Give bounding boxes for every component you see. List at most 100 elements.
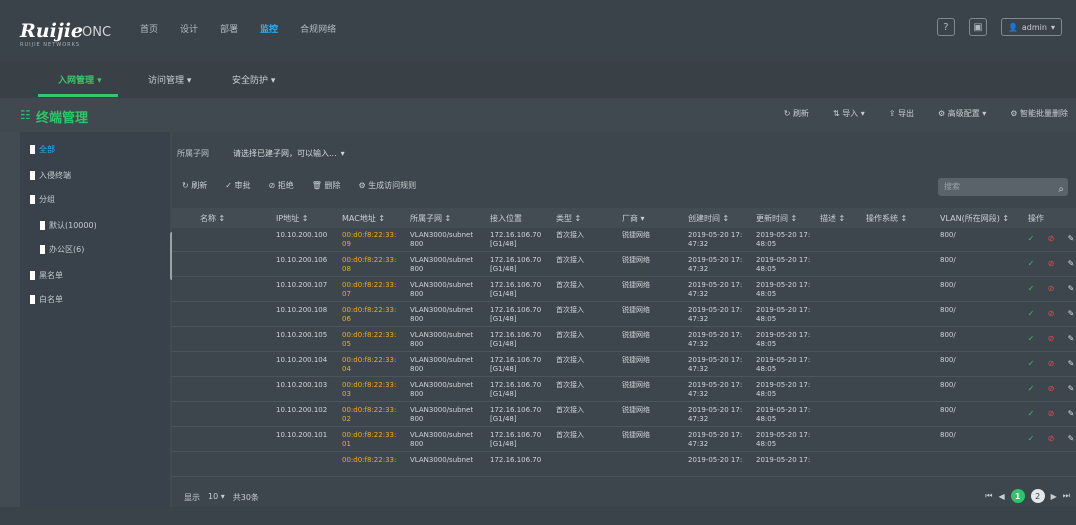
approve-icon[interactable]: ✓ (1026, 334, 1036, 344)
toolbar-button[interactable]: ✓ 审批 (225, 180, 250, 191)
deny-icon[interactable]: ⊘ (1046, 409, 1056, 419)
tab-access-management[interactable]: 入网管理 ▾ (58, 73, 102, 86)
deny-icon[interactable]: ⊘ (1046, 284, 1056, 294)
vlan-cell: 800/ (940, 231, 956, 240)
deny-icon[interactable]: ⊘ (1046, 309, 1056, 319)
user-name: admin (1021, 22, 1047, 32)
nav-item[interactable]: 合规网络 (300, 22, 336, 35)
mac-cell: 00:d0:f8:22:33: 01 (342, 431, 396, 449)
edit-icon[interactable]: ✎ (1066, 384, 1076, 394)
deny-icon[interactable]: ⊘ (1046, 234, 1056, 244)
column-header[interactable]: 接入位置 (490, 213, 522, 224)
help-icon[interactable]: ? (936, 18, 955, 36)
page-number[interactable]: 1 (1010, 489, 1025, 503)
column-header[interactable]: 更新时间 ↕ (756, 213, 797, 224)
ip-cell: 10.10.200.104 (276, 356, 327, 365)
mac-cell: 00:d0:f8:22:33: 04 (342, 356, 396, 374)
sidebar-item[interactable]: 全部 (30, 144, 55, 155)
toolbar-button[interactable]: 🗑 删除 (312, 180, 341, 191)
subnet-cell-line: 800 (410, 415, 424, 423)
edit-icon[interactable]: ✎ (1066, 259, 1076, 269)
edit-icon[interactable]: ✎ (1066, 234, 1076, 244)
action-button[interactable]: ⚙ 高级配置 ▾ (938, 108, 986, 119)
created-cell-line: 2019-05-20 17: (688, 456, 743, 464)
tab-security[interactable]: 安全防护 ▾ (232, 73, 275, 86)
deny-icon[interactable]: ⊘ (1046, 359, 1056, 369)
sidebar-item[interactable]: 分组 (30, 194, 55, 205)
last-page-icon[interactable]: ⏭ (1063, 491, 1070, 501)
sidebar-item[interactable]: 入侵终端 (30, 170, 71, 181)
sidebar-item[interactable]: 白名单 (30, 294, 63, 305)
tab-visit-management[interactable]: 访问管理 ▾ (148, 73, 191, 86)
edit-icon[interactable]: ✎ (1066, 409, 1076, 419)
deny-icon[interactable]: ⊘ (1046, 259, 1056, 269)
type-cell-line: 首次接入 (556, 381, 584, 389)
search-icon[interactable]: ⌕ (1058, 181, 1064, 199)
sidebar-item[interactable]: 办公区(6) (40, 244, 84, 255)
approve-icon[interactable]: ✓ (1026, 259, 1036, 269)
next-page-icon[interactable]: ▶ (1051, 492, 1057, 501)
edit-icon[interactable]: ✎ (1066, 434, 1076, 444)
table-row[interactable]: 10.10.200.107 00:d0:f8:22:33: 07 VLAN3000/s… (172, 278, 1076, 302)
table-row[interactable]: 10.10.200.108 00:d0:f8:22:33: 06 VLAN3000/s… (172, 303, 1076, 327)
first-page-icon[interactable]: ⏮ (985, 491, 992, 501)
approve-icon[interactable]: ✓ (1026, 384, 1036, 394)
column-header[interactable]: 厂商 ▾ (622, 213, 645, 224)
action-button[interactable]: ⚙ 智能批量删除 (1010, 108, 1068, 119)
prev-page-icon[interactable]: ◀ (998, 492, 1004, 501)
subnet-filter-select[interactable]: 请选择已建子网，可以输入... ▾ (227, 144, 387, 162)
edit-icon[interactable]: ✎ (1066, 309, 1076, 319)
type-cell: 首次接入 (556, 381, 584, 390)
nav-item[interactable]: 部署 (220, 22, 238, 35)
nav-item[interactable]: 设计 (180, 22, 198, 35)
toolbar-button[interactable]: ⚙ 生成访问规则 (358, 180, 416, 191)
column-header[interactable]: MAC地址 ↕ (342, 213, 385, 224)
column-header[interactable]: 所属子网 ↕ (410, 213, 451, 224)
approve-icon[interactable]: ✓ (1026, 284, 1036, 294)
column-header[interactable]: 类型 ↕ (556, 213, 581, 224)
column-header[interactable]: 名称 ↕ (200, 213, 225, 224)
table-row[interactable]: 10.10.200.106 00:d0:f8:22:33: 08 VLAN3000/s… (172, 253, 1076, 277)
action-button[interactable]: ⇅ 导入 ▾ (833, 108, 865, 119)
column-header[interactable]: 操作 (1028, 213, 1044, 224)
deny-icon[interactable]: ⊘ (1046, 434, 1056, 444)
user-menu[interactable]: 👤 admin ▾ (1000, 18, 1062, 36)
table-row[interactable]: 10.10.200.105 00:d0:f8:22:33: 05 VLAN3000/s… (172, 328, 1076, 352)
table-row[interactable]: 10.10.200.104 00:d0:f8:22:33: 04 VLAN3000/s… (172, 353, 1076, 377)
edit-icon[interactable]: ✎ (1066, 359, 1076, 369)
table-row[interactable]: 00:d0:f8:22:33: VLAN3000/subnet 172.16.106… (172, 453, 1076, 477)
page-number[interactable]: 2 (1030, 489, 1045, 503)
approve-icon[interactable]: ✓ (1026, 409, 1036, 419)
column-header[interactable]: 描述 ↕ (820, 213, 845, 224)
action-button[interactable]: ⇪ 导出 (889, 108, 914, 119)
column-header[interactable]: 操作系统 ↕ (866, 213, 907, 224)
page-actions: ↻ 刷新 ⇅ 导入 ▾ ⇪ 导出 ⚙ 高级配置 ▾ ⚙ 智能批量删除 (784, 108, 1068, 119)
sidebar-item[interactable]: 黑名单 (30, 270, 63, 281)
fullscreen-icon[interactable]: ▣ (968, 18, 987, 36)
table-row[interactable]: 10.10.200.101 00:d0:f8:22:33: 01 VLAN3000/s… (172, 428, 1076, 452)
search-input[interactable]: 搜索 ⌕ (938, 178, 1068, 196)
nav-item[interactable]: 监控 (260, 22, 278, 35)
mac-cell-line: 00:d0:f8:22:33: (342, 306, 397, 314)
action-button[interactable]: ↻ 刷新 (784, 108, 809, 119)
nav-item[interactable]: 首页 (140, 22, 158, 35)
column-header[interactable]: IP地址 ↕ (276, 213, 308, 224)
approve-icon[interactable]: ✓ (1026, 434, 1036, 444)
column-header[interactable]: VLAN(所在网段) ↕ (940, 213, 1009, 224)
table-row[interactable]: 10.10.200.103 00:d0:f8:22:33: 03 VLAN3000/s… (172, 378, 1076, 402)
deny-icon[interactable]: ⊘ (1046, 384, 1056, 394)
approve-icon[interactable]: ✓ (1026, 359, 1036, 369)
table-row[interactable]: 10.10.200.100 00:d0:f8:22:33: 09 VLAN3000/s… (172, 228, 1076, 252)
table-row[interactable]: 10.10.200.102 00:d0:f8:22:33: 02 VLAN3000/s… (172, 403, 1076, 427)
subnet-cell-line: 800 (410, 240, 424, 248)
approve-icon[interactable]: ✓ (1026, 309, 1036, 319)
edit-icon[interactable]: ✎ (1066, 284, 1076, 294)
column-header[interactable]: 创建时间 ↕ (688, 213, 729, 224)
edit-icon[interactable]: ✎ (1066, 334, 1076, 344)
sidebar-item[interactable]: 默认(10000) (40, 220, 97, 231)
toolbar-button[interactable]: ⊘ 拒绝 (269, 180, 294, 191)
toolbar-button[interactable]: ↻ 刷新 (182, 180, 207, 191)
page-size-select[interactable]: 10 ▾ (208, 492, 225, 503)
approve-icon[interactable]: ✓ (1026, 234, 1036, 244)
deny-icon[interactable]: ⊘ (1046, 334, 1056, 344)
